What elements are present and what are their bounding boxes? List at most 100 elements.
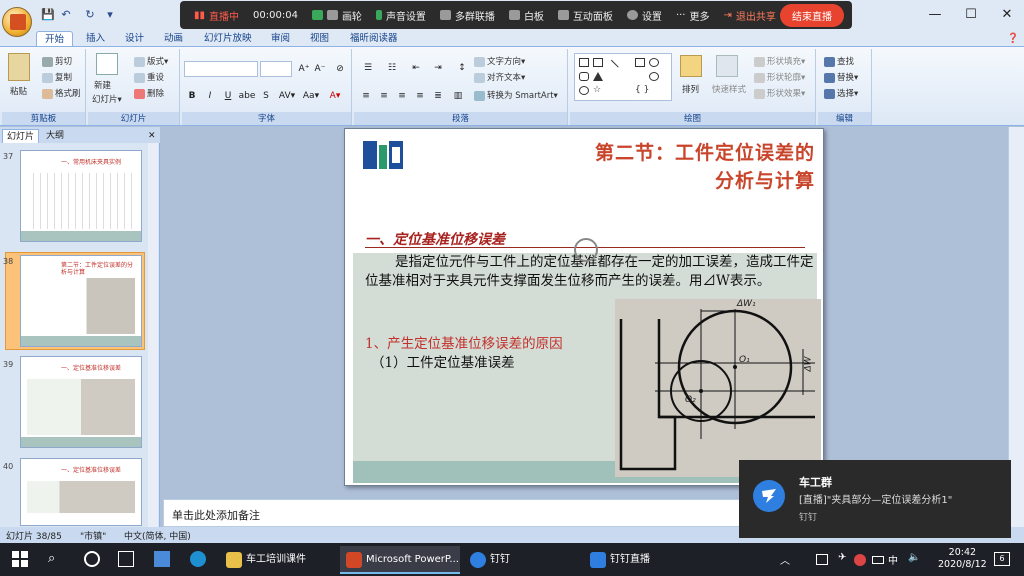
tab-home[interactable]: 开始 — [36, 31, 74, 46]
shape-fill-button[interactable]: 形状填充▾ — [754, 55, 805, 67]
edge-icon[interactable] — [190, 551, 206, 567]
rectangle-shape-icon[interactable] — [635, 58, 645, 67]
slide-thumbnail-39[interactable]: 一、定位基准位移误差 — [20, 356, 142, 448]
indent-icon[interactable]: ⇥ — [428, 61, 448, 75]
strikethrough-button[interactable]: abe — [238, 89, 256, 103]
justify-icon[interactable]: ≡ — [412, 89, 428, 103]
arrange-icon[interactable] — [680, 55, 702, 77]
notification-center-icon[interactable]: 6 — [994, 552, 1010, 566]
star-shape-icon[interactable]: ☆ — [593, 86, 603, 95]
minimize-button[interactable]: — — [918, 4, 952, 26]
live-item-camera[interactable]: 画轮 — [311, 8, 362, 23]
paste-icon[interactable] — [8, 53, 30, 81]
shape-effects-button[interactable]: 形状效果▾ — [754, 87, 805, 99]
layout-button[interactable]: 版式▾ — [134, 55, 168, 67]
textbox-shape-icon[interactable] — [593, 58, 603, 67]
new-slide-dropdown[interactable]: 幻灯片▾ — [92, 93, 122, 105]
copy-button[interactable]: 复制 — [42, 71, 72, 83]
brace-shape-icon[interactable]: { } — [635, 86, 649, 95]
tray-app-icon[interactable] — [816, 554, 828, 565]
pane-close-icon[interactable]: ✕ — [144, 129, 160, 143]
tray-dingtalk-icon[interactable]: ✈ — [838, 552, 846, 563]
bold-button[interactable]: B — [184, 89, 200, 103]
search-icon[interactable]: ⌕ — [48, 551, 64, 567]
align-right-icon[interactable]: ≡ — [394, 89, 410, 103]
qat-customize[interactable]: ▾ — [102, 8, 118, 22]
select-button[interactable]: 选择▾ — [824, 87, 858, 99]
align-center-icon[interactable]: ≡ — [376, 89, 392, 103]
windows-start-icon[interactable] — [12, 551, 28, 567]
taskbar-app-dingtalk[interactable]: 钉钉 — [464, 546, 574, 574]
save-icon[interactable]: 💾 — [40, 8, 56, 22]
ellipse-shape-icon[interactable] — [579, 86, 589, 95]
slide-thumbnail-38[interactable]: 第二节：工件定位误差的分析与计算 — [20, 255, 142, 347]
reset-button[interactable]: 重设 — [134, 71, 164, 83]
help-icon[interactable]: ❓ — [1007, 31, 1019, 46]
shapes-gallery[interactable]: ☆ { } — [574, 53, 672, 101]
tray-sogou-icon[interactable] — [854, 554, 866, 566]
store-icon[interactable] — [154, 551, 170, 567]
slide-thumbnail-40[interactable]: 一、定位基准位移误差 — [20, 458, 142, 526]
slide-canvas[interactable]: 第二节：工件定位误差的 分析与计算 一、定位基准位移误差 是指定位元件与工件上的… — [344, 128, 824, 486]
format-painter-button[interactable]: 格式刷 — [42, 87, 81, 99]
live-item-interact[interactable]: 互动面板 — [557, 8, 613, 23]
distribute-icon[interactable]: ≣ — [430, 89, 446, 103]
tab-insert[interactable]: 插入 — [86, 31, 105, 46]
grow-font-button[interactable]: A⁺ — [296, 62, 312, 76]
task-view-icon[interactable] — [118, 551, 134, 567]
italic-button[interactable]: I — [202, 89, 218, 103]
tab-foxit[interactable]: 福昕阅读器 — [350, 31, 398, 46]
volume-icon[interactable]: 🔈 — [908, 552, 920, 563]
tab-review[interactable]: 审阅 — [271, 31, 290, 46]
taskbar-app-folder[interactable]: 车工培训课件 — [220, 546, 334, 574]
smartart-button[interactable]: 转换为 SmartArt▾ — [474, 89, 558, 101]
new-slide-button[interactable]: 新建 — [94, 79, 111, 91]
shrink-font-button[interactable]: A⁻ — [312, 62, 328, 76]
cut-button[interactable]: 剪切 — [42, 55, 72, 67]
circle-arrow-shape-icon[interactable] — [649, 72, 659, 81]
replace-button[interactable]: 替换▾ — [824, 71, 858, 83]
ime-indicator[interactable]: 中 — [888, 552, 898, 567]
live-item-sound[interactable]: 声音设置 — [375, 8, 426, 23]
tray-chevron-icon[interactable]: ︿ — [780, 552, 790, 567]
clear-format-button[interactable]: ⊘ — [332, 62, 348, 76]
redo-icon[interactable]: ↻ — [82, 8, 98, 22]
tab-view[interactable]: 视图 — [310, 31, 329, 46]
tab-design[interactable]: 设计 — [125, 31, 144, 46]
line-spacing-icon[interactable]: ↕ — [452, 61, 472, 75]
tab-slideshow[interactable]: 幻灯片放映 — [204, 31, 252, 46]
columns-icon[interactable]: ▥ — [450, 89, 466, 103]
arrange-button[interactable]: 排列 — [682, 83, 699, 95]
shape-outline-button[interactable]: 形状轮廓▾ — [754, 71, 805, 83]
quick-styles-button[interactable]: 快速样式 — [712, 83, 746, 95]
align-left-icon[interactable]: ≡ — [358, 89, 374, 103]
tab-animation[interactable]: 动画 — [164, 31, 183, 46]
shadow-button[interactable]: S — [258, 89, 274, 103]
font-size-select[interactable] — [260, 61, 292, 77]
triangle-shape-icon[interactable] — [593, 72, 603, 81]
clock[interactable]: 20:42 2020/8/12 — [938, 547, 987, 571]
tab-slides[interactable]: 幻灯片 — [2, 129, 40, 143]
cortana-icon[interactable] — [84, 551, 100, 567]
new-slide-icon[interactable] — [96, 53, 118, 75]
live-item-whiteboard[interactable]: 白板 — [508, 8, 544, 23]
maximize-button[interactable]: ☐ — [954, 4, 988, 26]
paste-button[interactable]: 粘贴 — [10, 85, 27, 97]
taskbar-app-dingtalk-live[interactable]: 钉钉直播 — [584, 546, 694, 574]
spacing-button[interactable]: AV▾ — [276, 89, 298, 103]
line-shape-icon[interactable] — [605, 59, 619, 74]
underline-button[interactable]: U — [220, 89, 236, 103]
office-button[interactable] — [2, 7, 32, 37]
oval-shape-icon[interactable] — [649, 58, 659, 67]
align-text-button[interactable]: 对齐文本▾ — [474, 71, 525, 83]
rounded-rect-shape-icon[interactable] — [579, 72, 589, 81]
close-button[interactable]: ✕ — [990, 4, 1024, 26]
live-item-more[interactable]: ··· 更多 — [676, 8, 710, 23]
find-button[interactable]: 查找 — [824, 55, 854, 67]
case-button[interactable]: Aa▾ — [300, 89, 322, 103]
end-live-button[interactable]: 结束直播 — [780, 3, 844, 27]
taskbar-app-powerpoint[interactable]: Microsoft PowerP... — [340, 546, 460, 574]
notification-toast[interactable]: 车工群 [直播]"夹具部分—定位误差分析1" 钉钉 — [739, 460, 1011, 538]
outdent-icon[interactable]: ⇤ — [406, 61, 426, 75]
rect-shape-icon[interactable] — [579, 58, 589, 67]
